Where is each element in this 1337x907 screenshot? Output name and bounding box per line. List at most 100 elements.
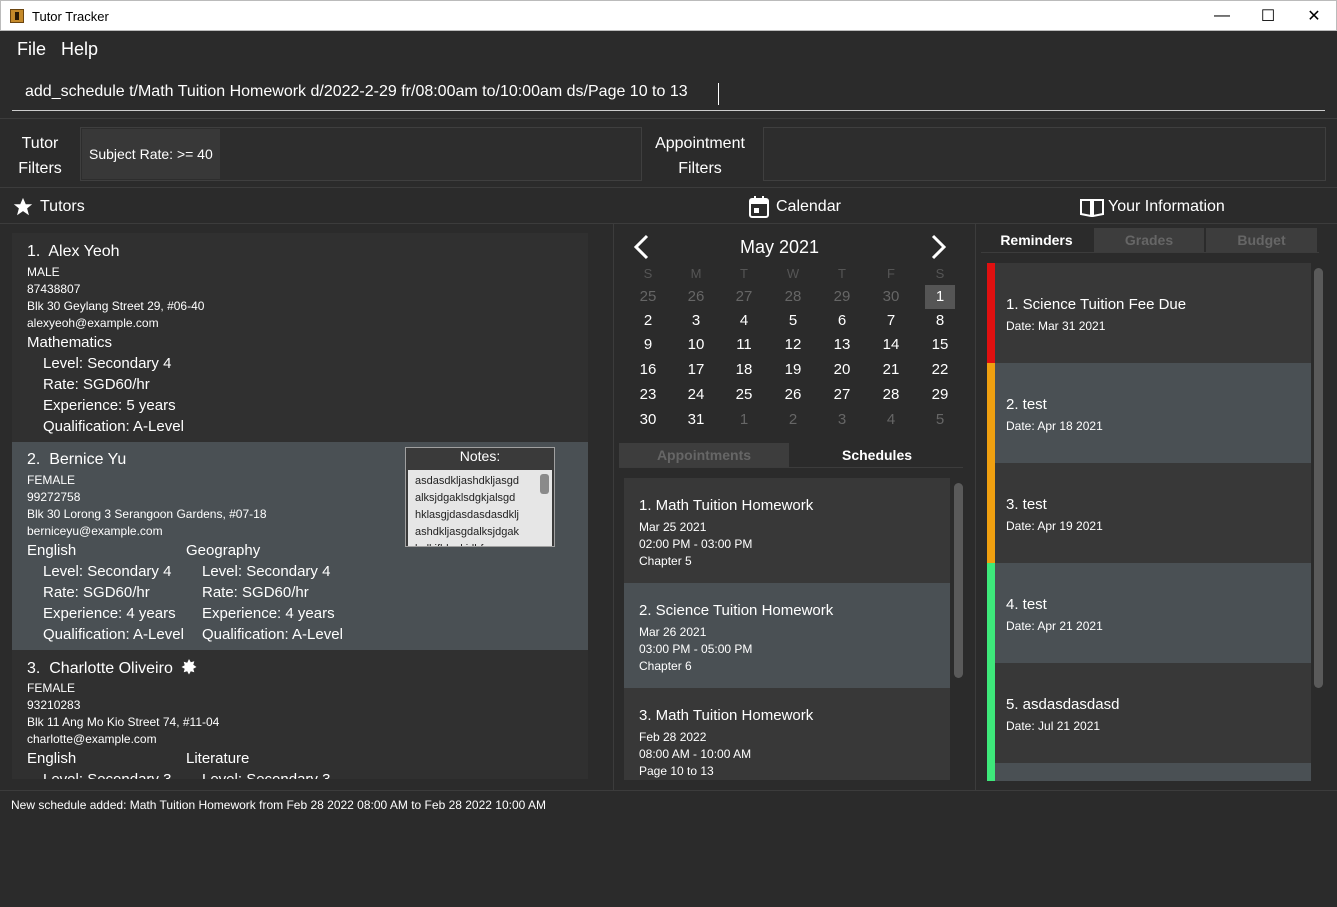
calendar-day[interactable]: 27 [827, 386, 857, 403]
command-input[interactable] [12, 76, 1325, 108]
appointment-filters-box[interactable] [763, 127, 1326, 181]
schedule-description: Chapter 6 [639, 659, 692, 673]
menu-bar: File Help [0, 31, 1337, 67]
notes-scrollbar[interactable] [540, 474, 549, 494]
calendar-day[interactable]: 11 [729, 336, 759, 353]
calendar-day[interactable]: 10 [681, 336, 711, 353]
calendar-day[interactable]: 3 [681, 312, 711, 329]
schedule-list-scrollbar[interactable] [954, 483, 963, 678]
reminder-card[interactable]: 5. asdasdasdasd Date: Jul 21 2021 [987, 663, 1311, 763]
panel-divider [975, 223, 976, 791]
calendar-day[interactable]: 30 [876, 288, 906, 305]
reminder-list-scrollbar[interactable] [1314, 268, 1323, 688]
calendar-day[interactable]: 28 [778, 288, 808, 305]
schedule-time: 03:00 PM - 05:00 PM [639, 642, 753, 656]
notes-box: Notes: asdasdkljashdkljasgd alksjdgaklsd… [405, 447, 555, 547]
calendar-day[interactable]: 20 [827, 361, 857, 378]
reminder-date: Date: Mar 31 2021 [1006, 319, 1106, 333]
reminder-list[interactable]: 1. Science Tuition Fee Due Date: Mar 31 … [987, 263, 1311, 781]
calendar-day[interactable]: 30 [633, 411, 663, 428]
status-message: New schedule added: Math Tuition Homewor… [11, 798, 546, 812]
calendar-day[interactable]: 4 [876, 411, 906, 428]
schedule-list[interactable]: 1. Math Tuition Homework Mar 25 2021 02:… [624, 478, 950, 780]
calendar-day[interactable]: 22 [925, 361, 955, 378]
star-icon [13, 197, 33, 215]
notes-text[interactable]: asdasdkljashdkljasgd alksjdgaklsdgkjalsg… [408, 470, 552, 546]
header-divider [0, 223, 1337, 224]
reminder-card[interactable]: 3. test Date: Apr 19 2021 [987, 463, 1311, 563]
calendar-day[interactable]: 1 [729, 411, 759, 428]
calendar-header: Calendar [749, 190, 841, 223]
tutor-name: 2. Bernice Yu [27, 451, 127, 468]
calendar-day[interactable]: 16 [633, 361, 663, 378]
schedule-card[interactable]: 3. Math Tuition Homework Feb 28 2022 08:… [624, 688, 950, 780]
reminder-card[interactable]: 4. test Date: Apr 21 2021 [987, 563, 1311, 663]
tab-budget[interactable]: Budget [1206, 228, 1317, 252]
calendar-day[interactable]: 3 [827, 411, 857, 428]
calendar-day[interactable]: 26 [778, 386, 808, 403]
reminder-title: 2. test [1006, 396, 1047, 413]
calendar-day[interactable]: 6 [827, 312, 857, 329]
calendar-day[interactable]: 17 [681, 361, 711, 378]
calendar-day[interactable]: 24 [681, 386, 711, 403]
minimize-button[interactable]: — [1199, 1, 1245, 31]
calendar-day[interactable]: 23 [633, 386, 663, 403]
tutor-filter-chip[interactable]: Subject Rate: >= 40 [82, 129, 220, 179]
tutor-card[interactable]: 3. Charlotte Oliveiro FEMALE 93210283 Bl… [12, 650, 588, 779]
calendar-day[interactable]: 25 [729, 386, 759, 403]
calendar-day[interactable]: 27 [729, 288, 759, 305]
reminder-card[interactable]: 1. Science Tuition Fee Due Date: Mar 31 … [987, 263, 1311, 363]
tutor-gender: FEMALE [27, 681, 76, 695]
chevron-right-icon[interactable] [928, 234, 948, 260]
calendar-day[interactable]: 2 [633, 312, 663, 329]
schedule-card[interactable]: 1. Math Tuition Homework Mar 25 2021 02:… [624, 478, 950, 583]
calendar-day[interactable]: 14 [876, 336, 906, 353]
reminder-card[interactable]: 2. test Date: Apr 18 2021 [987, 363, 1311, 463]
notes-title: Notes: [459, 448, 501, 464]
tutor-filters-box[interactable]: Subject Rate: >= 40 [80, 127, 642, 181]
reminder-date: Date: Apr 19 2021 [1006, 519, 1103, 533]
calendar-day[interactable]: 19 [778, 361, 808, 378]
reminder-card[interactable] [987, 763, 1311, 781]
calendar-day-selected[interactable]: 1 [925, 285, 955, 309]
calendar-day[interactable]: 12 [778, 336, 808, 353]
calendar-day[interactable]: 18 [729, 361, 759, 378]
calendar-day[interactable]: 28 [876, 386, 906, 403]
schedule-date: Feb 28 2022 [639, 730, 707, 744]
calendar-day[interactable]: 5 [925, 411, 955, 428]
calendar-day[interactable]: 21 [876, 361, 906, 378]
calendar-weekday: W [786, 266, 800, 281]
calendar-weekday: T [838, 266, 846, 281]
app-icon [10, 9, 24, 23]
command-box [12, 76, 1325, 111]
calendar-day[interactable]: 4 [729, 312, 759, 329]
maximize-button[interactable]: ☐ [1245, 1, 1291, 31]
schedule-card[interactable]: 2. Science Tuition Homework Mar 26 2021 … [624, 583, 950, 688]
menu-help[interactable]: Help [61, 39, 98, 60]
subject-name: Geography [186, 542, 261, 559]
tutor-name: 1. Alex Yeoh [27, 243, 120, 260]
calendar-day[interactable]: 8 [925, 312, 955, 329]
calendar-day[interactable]: 15 [925, 336, 955, 353]
close-button[interactable]: ✕ [1291, 1, 1337, 31]
tutor-gender: FEMALE [27, 473, 76, 487]
calendar-day[interactable]: 25 [633, 288, 663, 305]
tutor-card[interactable]: 1. Alex Yeoh MALE 87438807 Blk 30 Geylan… [12, 233, 588, 442]
calendar-day[interactable]: 26 [681, 288, 711, 305]
calendar-day[interactable]: 9 [633, 336, 663, 353]
calendar-day[interactable]: 29 [925, 386, 955, 403]
calendar-day[interactable]: 13 [827, 336, 857, 353]
chevron-left-icon[interactable] [632, 234, 652, 260]
calendar-day[interactable]: 5 [778, 312, 808, 329]
calendar-day[interactable]: 29 [827, 288, 857, 305]
tab-appointments[interactable]: Appointments [619, 443, 789, 467]
calendar-weekday: F [887, 266, 895, 281]
calendar-day[interactable]: 31 [681, 411, 711, 428]
tab-grades[interactable]: Grades [1094, 228, 1204, 252]
calendar-day[interactable]: 2 [778, 411, 808, 428]
calendar-day[interactable]: 7 [876, 312, 906, 329]
tab-schedules[interactable]: Schedules [791, 443, 963, 467]
tab-reminders[interactable]: Reminders [981, 228, 1092, 252]
subject-level: Level: Secondary 4 [43, 563, 172, 580]
menu-file[interactable]: File [17, 39, 46, 60]
